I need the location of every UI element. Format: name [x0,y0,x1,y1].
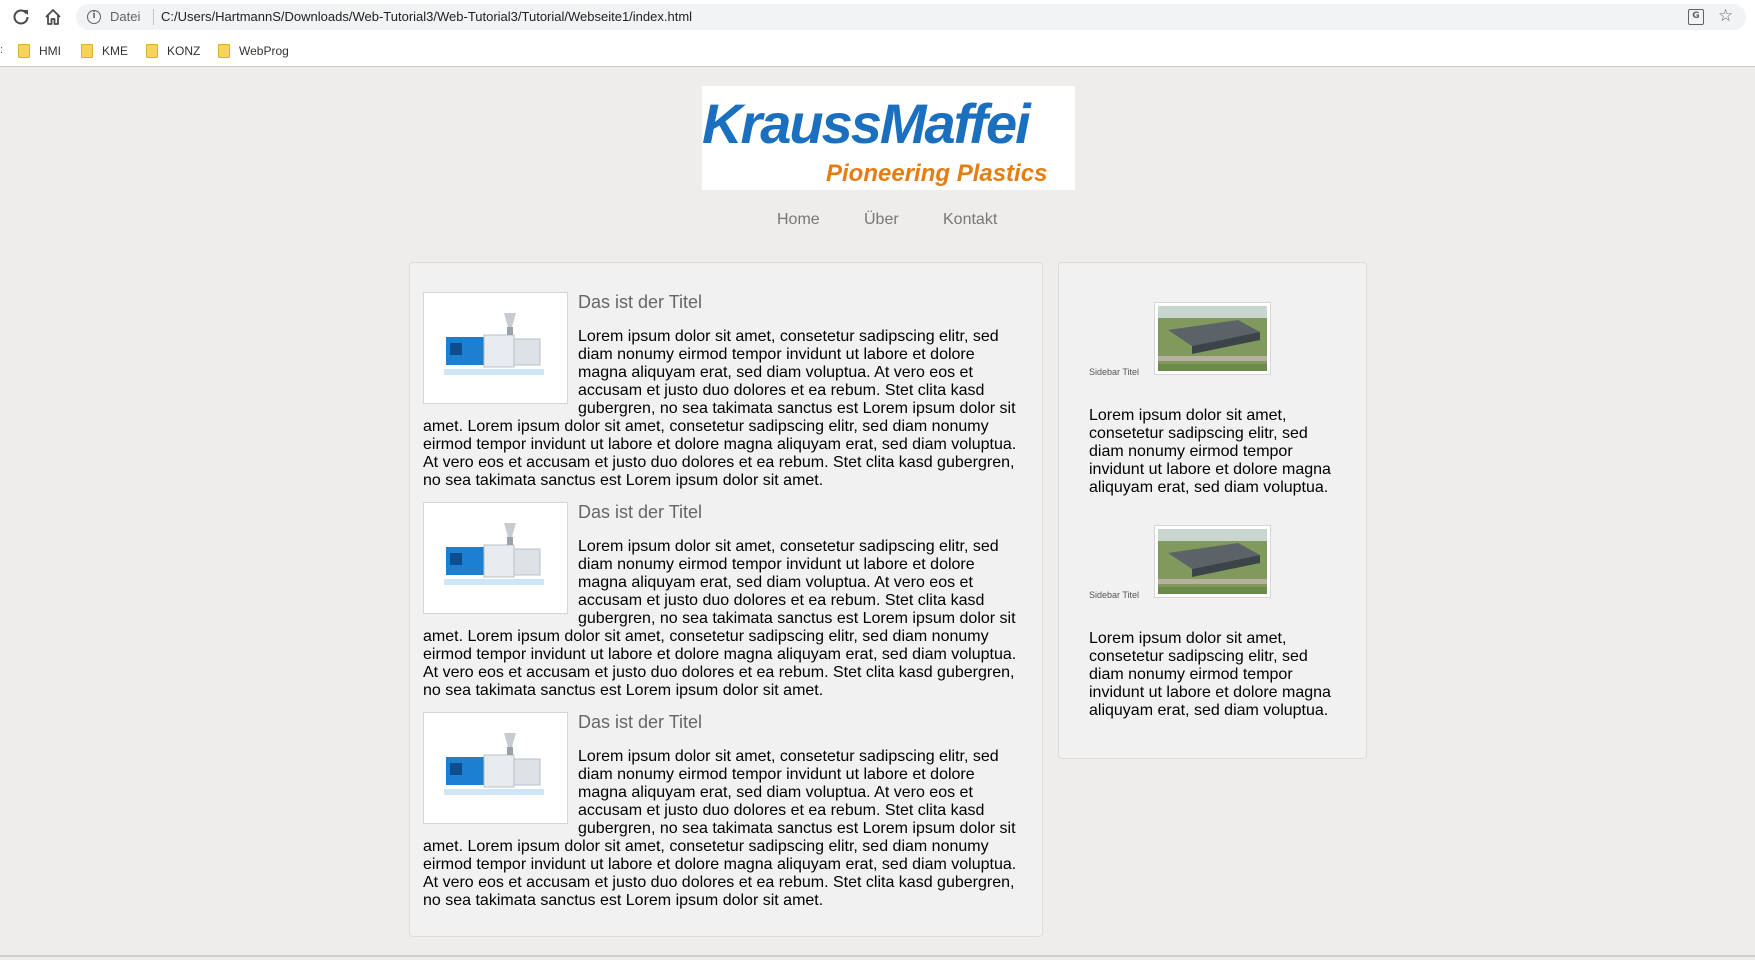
folder-icon [146,44,158,58]
translate-icon[interactable]: G [1688,9,1704,25]
bookmarks-bar: : HMI KME KONZ WebProg [0,35,1755,67]
home-icon[interactable] [43,7,63,27]
machine-illustration [444,313,544,375]
factory-aerial-illustration [1158,529,1267,594]
reload-icon[interactable] [11,7,31,27]
sidebar-image [1154,302,1271,375]
folder-icon [218,44,230,58]
brand-logo[interactable]: KraussMaffei Pioneering Plastics [702,86,1075,190]
bookmark-label: KME [102,44,129,58]
bookmark-webprog[interactable]: WebProg [218,42,289,60]
nav-kontakt-link[interactable]: Kontakt [943,210,997,230]
bookmark-konz[interactable]: KONZ [146,42,200,60]
main-content: Das ist der Titel Lorem ipsum dolor sit … [409,262,1043,937]
bookmark-kme[interactable]: KME [81,42,128,60]
url-scheme-label: Datei [110,9,141,24]
info-icon[interactable]: i [87,10,101,24]
machine-illustration [444,733,544,795]
bookmark-label: WebProg [239,44,289,58]
page-bottom-divider [0,955,1755,957]
article: Das ist der Titel Lorem ipsum dolor sit … [423,502,1025,700]
folder-icon [18,44,30,58]
article-image [423,502,568,614]
machine-illustration [444,523,544,585]
url-text[interactable]: C:/Users/HartmannS/Downloads/Web-Tutoria… [161,10,692,24]
factory-aerial-illustration [1158,306,1267,371]
bookmark-label: HMI [39,44,61,58]
sidebar-image [1154,525,1271,598]
nav-home-link[interactable]: Home [777,210,820,230]
sidebar-caption: Sidebar Titel [1089,590,1140,600]
sidebar-text: Lorem ipsum dolor sit amet, consetetur s… [1089,630,1331,719]
star-icon[interactable]: ☆ [1718,5,1733,27]
article-image [423,712,568,824]
nav-ueber-link[interactable]: Über [864,210,899,230]
article-image [423,292,568,404]
logo-wordmark: KraussMaffei [702,92,1031,155]
browser-toolbar: i Datei C:/Users/HartmannS/Downloads/Web… [0,0,1755,35]
sidebar-text: Lorem ipsum dolor sit amet, consetetur s… [1089,407,1331,496]
bookmarks-edge-marker: : [0,44,4,56]
folder-icon [81,44,93,58]
bookmark-hmi[interactable]: HMI [18,42,61,60]
logo-tagline: Pioneering Plastics [826,160,1048,187]
sidebar: Sidebar Titel Lorem ipsum dolor sit amet… [1058,262,1367,759]
address-bar[interactable]: i Datei C:/Users/HartmannS/Downloads/Web… [76,4,1746,30]
sidebar-caption: Sidebar Titel [1089,367,1140,377]
url-separator [153,9,154,25]
article: Das ist der Titel Lorem ipsum dolor sit … [423,712,1025,910]
article: Das ist der Titel Lorem ipsum dolor sit … [423,292,1025,490]
bookmark-label: KONZ [167,44,201,58]
